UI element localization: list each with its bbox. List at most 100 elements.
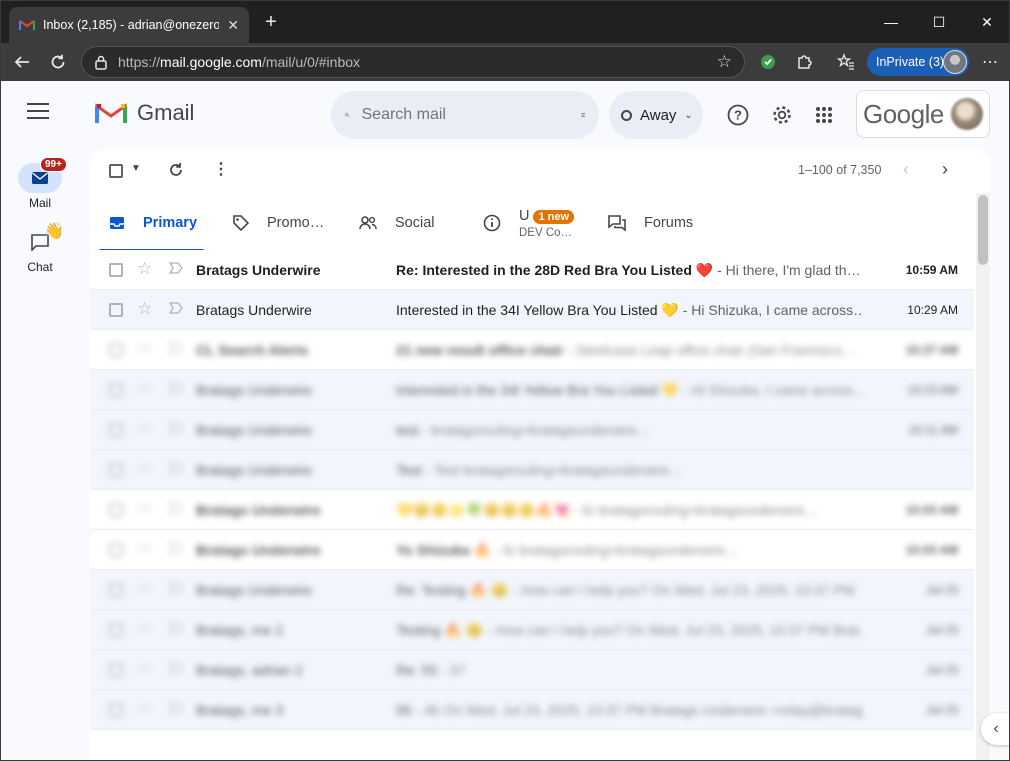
url-text: https://mail.google.com/mail/u/0/#inbox bbox=[118, 54, 361, 70]
email-row[interactable]: ☆ Bratags Underwire Re: Interested in the … bbox=[91, 250, 974, 290]
extensions-puzzle-icon[interactable] bbox=[791, 49, 817, 75]
more-options-icon[interactable]: ⋮ bbox=[213, 159, 229, 179]
settings-gear-icon[interactable] bbox=[768, 101, 796, 129]
row-checkbox[interactable] bbox=[109, 703, 123, 717]
star-icon[interactable]: ☆ bbox=[137, 619, 152, 639]
email-row[interactable]: ☆ CL Search Alerts 21 new result office ch… bbox=[91, 330, 974, 370]
row-checkbox[interactable] bbox=[109, 303, 123, 317]
email-row[interactable]: ☆ Bratags Underwire test - bratagsrouting+… bbox=[91, 410, 974, 450]
email-content: Test - Test bratagsrouting+bratagsunderw… bbox=[396, 462, 862, 478]
row-checkbox[interactable] bbox=[109, 583, 123, 597]
tab-promotions[interactable]: Promo… bbox=[233, 195, 324, 251]
star-icon[interactable]: ☆ bbox=[137, 499, 152, 519]
more-menu-icon[interactable]: ⋯ bbox=[977, 49, 1003, 75]
inprivate-button[interactable]: InPrivate (3) bbox=[867, 48, 969, 76]
importance-marker-icon[interactable] bbox=[169, 661, 183, 675]
rail-mail[interactable]: 99+ Mail bbox=[1, 157, 79, 210]
row-checkbox[interactable] bbox=[109, 623, 123, 637]
extension-green-icon[interactable] bbox=[755, 49, 781, 75]
email-row[interactable]: ☆ Bratags, me 3 55 - 4b On Wed, Jul 23, 20… bbox=[91, 690, 974, 730]
importance-marker-icon[interactable] bbox=[169, 581, 183, 595]
apps-grid-icon[interactable] bbox=[810, 101, 838, 129]
tab-forums[interactable]: Forums bbox=[608, 195, 693, 251]
star-icon[interactable]: ☆ bbox=[137, 379, 152, 399]
importance-marker-icon[interactable] bbox=[169, 501, 183, 515]
select-dropdown-icon[interactable]: ▼ bbox=[131, 163, 141, 174]
main-menu-icon[interactable] bbox=[27, 103, 49, 119]
minimize-icon[interactable]: — bbox=[867, 1, 915, 43]
favorite-star-icon[interactable]: ☆ bbox=[717, 52, 732, 72]
importance-marker-icon[interactable] bbox=[169, 381, 183, 395]
star-icon[interactable]: ☆ bbox=[137, 659, 152, 679]
star-icon[interactable]: ☆ bbox=[137, 579, 152, 599]
row-checkbox[interactable] bbox=[109, 663, 123, 677]
star-icon[interactable]: ☆ bbox=[137, 539, 152, 559]
search-bar[interactable] bbox=[331, 91, 599, 139]
favorites-icon[interactable] bbox=[833, 49, 859, 75]
email-list: ☆ Bratags Underwire Re: Interested in the … bbox=[91, 250, 974, 730]
email-row[interactable]: ☆ Bratags, me 2 Testing 🔥 😊 - How can I he… bbox=[91, 610, 974, 650]
side-panel-toggle[interactable]: ‹ bbox=[981, 713, 1009, 745]
importance-marker-icon[interactable] bbox=[169, 301, 183, 315]
google-account-button[interactable]: Google bbox=[856, 90, 990, 138]
refresh-icon[interactable] bbox=[168, 162, 184, 178]
new-tab-icon[interactable]: + bbox=[259, 11, 283, 35]
browser-tab[interactable]: Inbox (2,185) - adrian@onezeroh ✕ bbox=[9, 7, 249, 43]
back-icon[interactable] bbox=[9, 49, 35, 75]
star-icon[interactable]: ☆ bbox=[137, 299, 152, 319]
importance-marker-icon[interactable] bbox=[169, 461, 183, 475]
row-checkbox[interactable] bbox=[109, 423, 123, 437]
star-icon[interactable]: ☆ bbox=[137, 259, 152, 279]
row-checkbox[interactable] bbox=[109, 463, 123, 477]
gmail-logo[interactable]: Gmail bbox=[95, 100, 194, 126]
importance-marker-icon[interactable] bbox=[169, 261, 183, 275]
close-tab-icon[interactable]: ✕ bbox=[227, 17, 239, 34]
tab-updates[interactable]: U1 new DEV Co… bbox=[483, 195, 575, 251]
star-icon[interactable]: ☆ bbox=[137, 459, 152, 479]
importance-marker-icon[interactable] bbox=[169, 621, 183, 635]
email-row[interactable]: ☆ Bratags Underwire Interested in the 34I … bbox=[91, 290, 974, 330]
email-row[interactable]: ☆ Bratags Underwire Test - Test bratagsrou… bbox=[91, 450, 974, 490]
tab-promotions-label: Promo… bbox=[267, 215, 325, 231]
search-input[interactable] bbox=[361, 106, 569, 124]
row-checkbox[interactable] bbox=[109, 503, 123, 517]
star-icon[interactable]: ☆ bbox=[137, 699, 152, 719]
email-row[interactable]: ☆ Bratags Underwire Interested in the 34I … bbox=[91, 370, 974, 410]
status-button[interactable]: Away ⌄ bbox=[609, 91, 703, 139]
email-row[interactable]: ☆ Bratags, adrian 2 Re: 55 - 37 Jul 23 bbox=[91, 650, 974, 690]
email-sender: Bratags Underwire bbox=[196, 542, 321, 558]
email-snippet: - Test bratagsrouting+bratagsunderwire… bbox=[421, 462, 684, 478]
reload-icon[interactable] bbox=[45, 49, 71, 75]
star-icon[interactable]: ☆ bbox=[137, 419, 152, 439]
row-checkbox[interactable] bbox=[109, 543, 123, 557]
importance-marker-icon[interactable] bbox=[169, 701, 183, 715]
mail-pill: 99+ bbox=[18, 157, 67, 193]
search-options-icon[interactable] bbox=[580, 106, 586, 124]
row-checkbox[interactable] bbox=[109, 343, 123, 357]
select-all-checkbox[interactable] bbox=[109, 164, 123, 178]
email-sender: Bratags, me 2 bbox=[196, 622, 284, 638]
tab-social[interactable]: Social bbox=[359, 195, 435, 251]
older-page-icon[interactable]: › bbox=[942, 159, 948, 180]
rail-chat[interactable]: 👋 Chat bbox=[1, 223, 79, 274]
help-icon[interactable]: ? bbox=[724, 101, 752, 129]
newer-page-icon[interactable]: ‹ bbox=[903, 159, 909, 180]
importance-marker-icon[interactable] bbox=[169, 541, 183, 555]
search-icon[interactable] bbox=[345, 105, 350, 125]
email-row[interactable]: ☆ Bratags Underwire Yo Shizuka 🔥 - fo brat… bbox=[91, 530, 974, 570]
email-row[interactable]: ☆ Bratags Underwire Re: Testing 🔥 😊 - How … bbox=[91, 570, 974, 610]
scrollbar-thumb[interactable] bbox=[978, 195, 988, 265]
address-bar[interactable]: https://mail.google.com/mail/u/0/#inbox … bbox=[81, 46, 745, 78]
maximize-icon[interactable]: ☐ bbox=[915, 1, 963, 43]
importance-marker-icon[interactable] bbox=[169, 341, 183, 355]
row-checkbox[interactable] bbox=[109, 383, 123, 397]
importance-marker-icon[interactable] bbox=[169, 421, 183, 435]
row-checkbox[interactable] bbox=[109, 263, 123, 277]
star-icon[interactable]: ☆ bbox=[137, 339, 152, 359]
tab-primary[interactable]: Primary bbox=[98, 195, 205, 252]
close-window-icon[interactable]: ✕ bbox=[963, 1, 1009, 43]
email-sender: CL Search Alerts bbox=[196, 342, 309, 358]
email-row[interactable]: ☆ Bratags Underwire 💛😊🙂🌟🍀😊😊🙂🔥💘 - fo bratag… bbox=[91, 490, 974, 530]
scrollbar[interactable] bbox=[976, 193, 990, 760]
tab-social-label: Social bbox=[395, 215, 435, 231]
